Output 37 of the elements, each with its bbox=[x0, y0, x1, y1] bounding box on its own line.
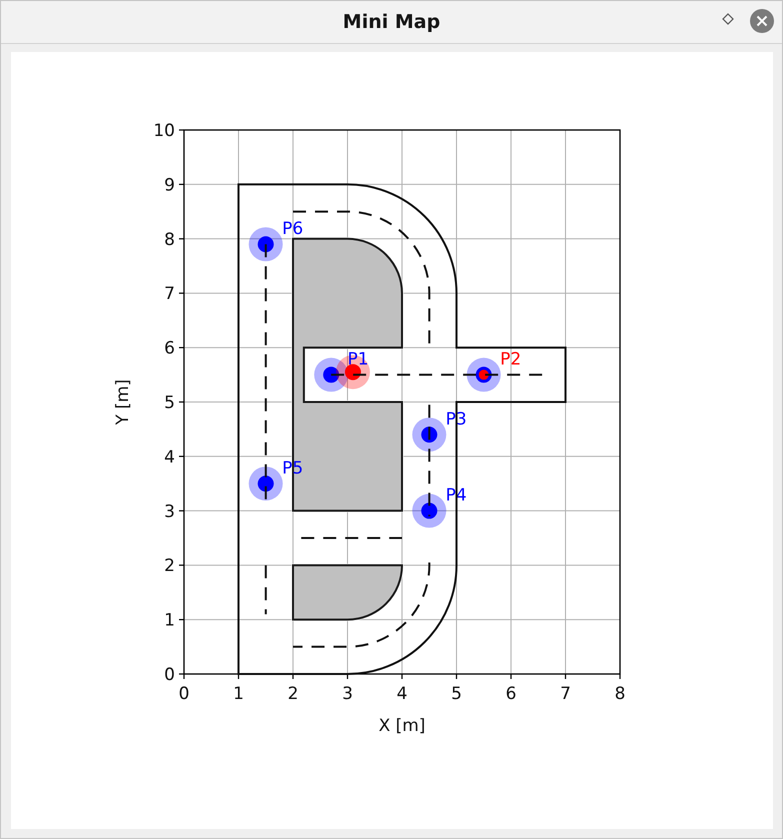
y-tick-label: 4 bbox=[164, 447, 175, 468]
point-label: P6 bbox=[282, 218, 304, 239]
map-marker bbox=[248, 466, 283, 501]
diamond-icon bbox=[722, 13, 734, 25]
y-tick-label: 2 bbox=[164, 556, 175, 576]
point-label: P2 bbox=[500, 349, 522, 370]
y-tick-label: 6 bbox=[164, 338, 175, 359]
x-tick-label: 4 bbox=[396, 684, 408, 704]
x-tick-label: 7 bbox=[560, 684, 571, 704]
map-marker bbox=[466, 358, 501, 392]
point-label: P1 bbox=[348, 349, 369, 370]
x-tick-label: 3 bbox=[342, 684, 353, 704]
y-tick-label: 7 bbox=[164, 284, 175, 304]
dashed-lane-line bbox=[264, 565, 267, 614]
x-tick-label: 5 bbox=[451, 684, 462, 704]
y-tick-label: 10 bbox=[153, 121, 175, 141]
x-tick-label: 2 bbox=[288, 684, 298, 704]
map-marker bbox=[412, 494, 446, 528]
x-tick-label: 6 bbox=[506, 684, 516, 704]
y-tick-label: 8 bbox=[164, 230, 175, 250]
y-tick-label: 9 bbox=[164, 175, 175, 196]
y-tick-label: 5 bbox=[164, 393, 175, 413]
float-button[interactable] bbox=[721, 12, 735, 26]
map-marker bbox=[248, 227, 283, 262]
y-tick-label: 3 bbox=[164, 502, 175, 522]
y-tick-label: 1 bbox=[164, 610, 175, 631]
x-axis-label: X [m] bbox=[378, 716, 426, 736]
close-icon bbox=[750, 9, 774, 33]
x-tick-label: 1 bbox=[233, 684, 244, 704]
y-tick-label: 0 bbox=[164, 665, 175, 685]
y-axis-label: Y [m] bbox=[113, 379, 133, 425]
dot-marker bbox=[478, 370, 489, 380]
x-tick-label: 8 bbox=[614, 684, 626, 704]
map-marker bbox=[412, 418, 446, 452]
window-title: Mini Map bbox=[342, 10, 440, 35]
x-tick-label: 0 bbox=[178, 684, 190, 704]
close-button[interactable] bbox=[750, 9, 774, 33]
